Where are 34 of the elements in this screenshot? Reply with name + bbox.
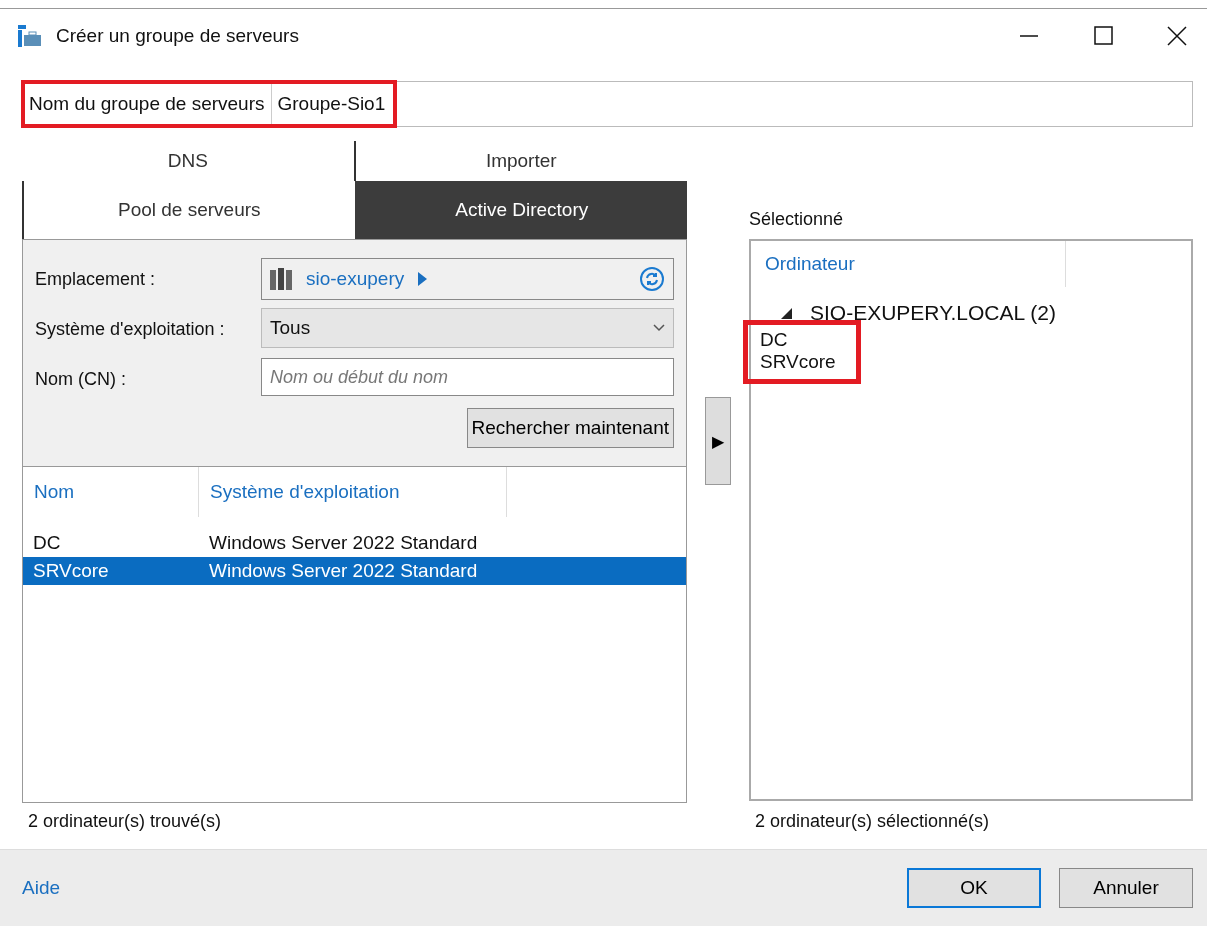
expanded-triangle-icon[interactable] [781,307,792,319]
column-header[interactable]: Nom [23,467,199,517]
add-button[interactable]: ▶ [705,397,731,485]
window-title: Créer un groupe de serveurs [56,25,300,47]
refresh-icon[interactable] [639,266,665,292]
os-dropdown[interactable]: Tous [261,308,674,348]
search-now-button[interactable]: Rechercher maintenant [466,408,674,448]
result-row[interactable]: SRVcore Windows Server 2022 Standard [23,557,686,585]
server-group-icon [18,25,42,47]
tree-item[interactable]: DC [760,329,836,351]
column-header[interactable]: Ordinateur [751,241,1066,287]
dialog-button[interactable]: OK [907,868,1041,908]
panel-title: Sélectionné [749,207,845,231]
status-text: 2 ordinateur(s) trouvé(s) [28,811,222,831]
help-link[interactable]: Aide [22,877,61,899]
status-text: 2 ordinateur(s) sélectionné(s) [755,811,990,832]
field-label: Nom (CN) : [35,367,127,391]
location-picker[interactable]: sio-exupery [261,258,674,300]
table-cell-text: SRVcore [33,560,110,582]
field-label: Emplacement : [35,267,157,291]
tab[interactable]: Active Directory [354,181,687,239]
tree-item[interactable]: SRVcore [760,351,836,373]
result-row[interactable]: DC Windows Server 2022 Standard [23,529,686,557]
chevron-down-icon [653,324,665,332]
triangle-right-icon [418,272,428,286]
name-search-field[interactable]: Nom ou début du nom [261,358,674,396]
table-cell-text: DC [33,532,62,554]
column-header[interactable]: Système d'exploitation [199,467,507,517]
tree-node[interactable]: SIO-EXUPERY.LOCAL (2) [810,301,1056,325]
servers-icon [270,268,292,290]
table-cell-text: Windows Server 2022 Standard [209,532,479,554]
dialog-button[interactable]: Annuler [1059,868,1193,908]
field-label: Système d'exploitation : [35,317,226,341]
table-cell-text: Windows Server 2022 Standard [209,560,479,582]
